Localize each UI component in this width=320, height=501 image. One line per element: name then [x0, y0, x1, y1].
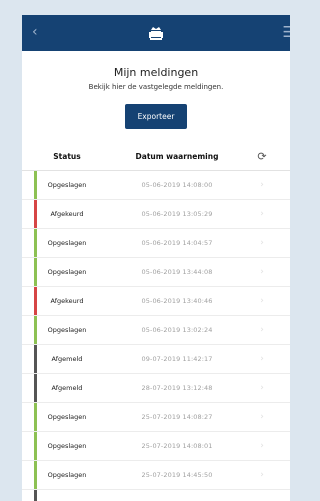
- table-row[interactable]: Afgekeurd 05-06-2019 13:05:29 ›: [22, 200, 290, 229]
- chevron-right-icon: ›: [260, 296, 264, 306]
- row-date: 25-07-2019 14:08:27: [141, 413, 213, 421]
- menu-icon[interactable]: ☰: [283, 23, 290, 41]
- status-color-bar: [34, 287, 37, 315]
- back-arrow-icon[interactable]: ‹: [32, 24, 38, 40]
- status-color-bar: [34, 316, 37, 344]
- row-date: 05-06-2019 14:08:00: [141, 181, 213, 189]
- status-color-bar: [34, 200, 37, 228]
- status-color-bar: [34, 403, 37, 431]
- table-row[interactable]: Opgeslagen 05-06-2019 13:44:08 ›: [22, 258, 290, 287]
- status-color-bar: [34, 432, 37, 460]
- chevron-right-icon: ›: [260, 470, 264, 480]
- crest-logo: [147, 25, 165, 41]
- chevron-right-icon: ›: [260, 441, 264, 451]
- chevron-right-icon: ›: [260, 325, 264, 335]
- table-row[interactable]: Afgemeld16-07-2019 11:16:01›: [22, 490, 290, 501]
- chevron-right-icon: ›: [260, 180, 264, 190]
- row-date: 25-07-2019 14:08:01: [141, 442, 213, 450]
- app-screen: ‹ ☰ Mijn meldingen Bekijk hier de vastge…: [22, 15, 290, 501]
- page-title: Mijn meldingen: [113, 66, 199, 79]
- column-header-status[interactable]: Status: [22, 152, 112, 161]
- table-row[interactable]: Afgemeld 09-07-2019 11:42:17 ›: [22, 345, 290, 374]
- status-color-bar: [34, 461, 37, 489]
- refresh-icon[interactable]: ⟳: [242, 150, 282, 163]
- table-row[interactable]: Afgekeurd 05-06-2019 13:40:46 ›: [22, 287, 290, 316]
- chevron-right-icon: ›: [260, 209, 264, 219]
- chevron-right-icon: ›: [260, 354, 264, 364]
- page-header: Mijn meldingen Bekijk hier de vastgelegd…: [22, 51, 290, 129]
- status-color-bar: [34, 374, 37, 402]
- table-row[interactable]: Afgemeld 28-07-2019 13:12:48 ›: [22, 374, 290, 403]
- export-button[interactable]: Exporteer: [124, 104, 188, 129]
- row-date: 09-07-2019 11:42:17: [141, 355, 213, 363]
- column-header-date[interactable]: Datum waarneming: [112, 152, 242, 161]
- status-color-bar: [34, 345, 37, 373]
- chevron-right-icon: ›: [260, 238, 264, 248]
- chevron-right-icon: ›: [260, 267, 264, 277]
- row-date: 05-06-2019 14:04:57: [141, 239, 213, 247]
- page-subtitle: Bekijk hier de vastgelegde meldingen.: [88, 83, 224, 91]
- row-date: 05-06-2019 13:05:29: [141, 210, 213, 218]
- table-row[interactable]: Opgeslagen 05-06-2019 14:04:57 ›: [22, 229, 290, 258]
- table-header: Status Datum waarneming ⟳: [22, 142, 290, 171]
- table-row[interactable]: Opgeslagen 25-07-2019 14:45:50 ›: [22, 461, 290, 490]
- table-row[interactable]: Opgeslagen 25-07-2019 14:08:01 ›: [22, 432, 290, 461]
- status-color-bar: [34, 490, 37, 501]
- row-date: 28-07-2019 13:12:48: [141, 384, 213, 392]
- chevron-right-icon: ›: [260, 383, 264, 393]
- melding-list: Opgeslagen 05-06-2019 14:08:00 › Afgekeurd 0…: [22, 171, 290, 501]
- row-date: 05-06-2019 13:40:46: [141, 297, 213, 305]
- row-date: 05-06-2019 13:02:24: [141, 326, 213, 334]
- chevron-right-icon: ›: [260, 412, 264, 422]
- row-date: 25-07-2019 14:45:50: [141, 471, 213, 479]
- status-color-bar: [34, 258, 37, 286]
- table-row[interactable]: Opgeslagen 25-07-2019 14:08:27 ›: [22, 403, 290, 432]
- table-row[interactable]: Opgeslagen 05-06-2019 14:08:00 ›: [22, 171, 290, 200]
- top-bar: ‹ ☰: [22, 15, 290, 51]
- row-date: 05-06-2019 13:44:08: [141, 268, 213, 276]
- table-row[interactable]: Opgeslagen 05-06-2019 13:02:24 ›: [22, 316, 290, 345]
- status-color-bar: [34, 171, 37, 199]
- status-color-bar: [34, 229, 37, 257]
